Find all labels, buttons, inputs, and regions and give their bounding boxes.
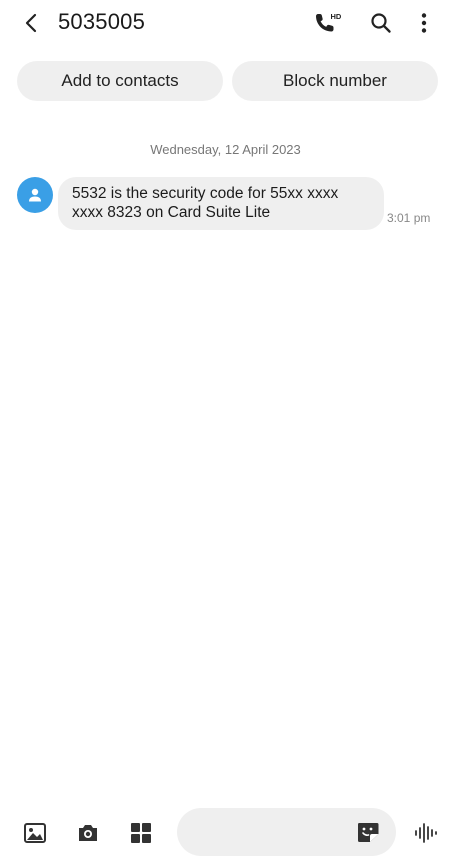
message-composer	[177, 808, 396, 856]
voice-input-button[interactable]	[413, 820, 439, 846]
message-timestamp: 3:01 pm	[387, 211, 431, 225]
search-button[interactable]	[366, 8, 396, 38]
date-separator: Wednesday, 12 April 2023	[150, 142, 301, 157]
camera-button[interactable]	[75, 820, 101, 846]
block-number-button[interactable]: Block number	[232, 61, 438, 101]
back-arrow-icon	[25, 13, 37, 33]
search-icon	[371, 13, 391, 33]
sender-avatar[interactable]	[17, 177, 53, 213]
sticker-icon	[358, 823, 379, 842]
gallery-icon	[24, 823, 46, 843]
gallery-button[interactable]	[22, 820, 48, 846]
more-options-button[interactable]	[410, 8, 438, 38]
conversation-header: 5035005 HD	[0, 0, 451, 46]
message-bubble[interactable]: 5532 is the security code for 55xx xxxx …	[58, 177, 384, 230]
sticker-button[interactable]	[355, 820, 381, 844]
person-icon	[29, 188, 41, 202]
apps-button[interactable]	[128, 820, 154, 846]
hd-badge: HD	[331, 12, 342, 21]
add-to-contacts-button[interactable]: Add to contacts	[17, 61, 223, 101]
voice-input-icon	[415, 823, 437, 843]
more-options-icon	[421, 13, 427, 33]
messages-conversation-screen: 5035005 HD Add to contacts Block number …	[0, 0, 451, 860]
camera-icon	[79, 825, 97, 841]
hd-voice-call-icon: HD	[316, 12, 342, 32]
composer-bar	[0, 806, 451, 860]
apps-icon	[131, 823, 151, 843]
back-button[interactable]	[16, 8, 46, 38]
conversation-title: 5035005	[58, 9, 146, 34]
hd-voice-call-button[interactable]: HD	[309, 8, 343, 38]
message-input[interactable]	[193, 808, 353, 856]
